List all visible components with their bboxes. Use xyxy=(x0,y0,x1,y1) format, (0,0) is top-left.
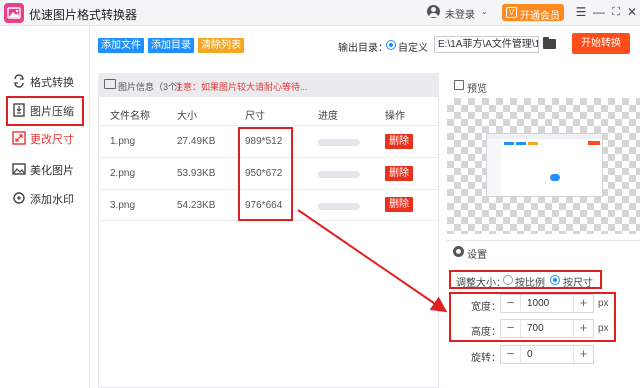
format-convert-icon xyxy=(14,74,24,88)
highlight-box-resize xyxy=(6,96,84,126)
thumb-button xyxy=(528,142,538,145)
progress-bar xyxy=(318,171,360,178)
file-info-header: 图片信息（3个） 注意：如果图片较大请耐心等待... xyxy=(98,73,439,97)
width-value[interactable]: 1000 xyxy=(527,298,549,309)
file-name: 3.png xyxy=(110,200,136,211)
sidebar-item-resize[interactable]: 更改尺寸 xyxy=(8,127,86,149)
notice-text: 注意：如果图片较大请耐心等待... xyxy=(174,82,308,92)
preview-icon xyxy=(454,80,464,90)
column-header-progress: 进度 xyxy=(318,111,338,122)
app-logo-icon xyxy=(4,3,24,23)
thumb-button xyxy=(516,142,526,145)
chevron-down-icon[interactable]: ⌄ xyxy=(481,7,488,16)
thumb-sidebar xyxy=(487,139,501,196)
increment-button[interactable]: + xyxy=(573,320,593,337)
width-stepper[interactable]: − 1000 + xyxy=(500,294,594,313)
sidebar-item-watermark[interactable]: 添加水印 xyxy=(8,187,86,209)
watermark-icon xyxy=(13,192,25,204)
close-icon[interactable]: ✕ xyxy=(625,5,639,19)
column-header-dims: 尺寸 xyxy=(245,111,265,122)
height-label: 高度： xyxy=(471,327,501,338)
resize-icon xyxy=(12,131,26,145)
sidebar-item-label: 美化图片 xyxy=(30,165,74,177)
file-size: 54.23KB xyxy=(177,200,216,211)
width-unit: px xyxy=(598,298,609,309)
divider xyxy=(98,125,439,126)
vip-icon: V xyxy=(506,7,517,18)
width-label: 宽度： xyxy=(471,302,501,313)
sidebar: 格式转换 图片压缩 更改尺寸 美化图片 添加水印 xyxy=(0,27,90,388)
start-convert-button[interactable]: 开始转换 xyxy=(572,33,630,54)
decrement-button[interactable]: − xyxy=(501,320,521,337)
minimize-icon[interactable]: — xyxy=(592,5,606,19)
thumb-button xyxy=(504,142,514,145)
column-header-name: 文件名称 xyxy=(110,111,150,122)
delete-button[interactable]: 删除 xyxy=(385,197,413,212)
maximize-icon[interactable]: ⛶ xyxy=(609,5,623,19)
beautify-icon xyxy=(12,163,26,175)
clear-list-button[interactable]: 清除列表 xyxy=(198,38,244,53)
rotate-label: 旋转： xyxy=(471,353,501,364)
custom-radio[interactable] xyxy=(386,40,396,50)
file-name: 2.png xyxy=(110,168,136,179)
sidebar-item-label: 更改尺寸 xyxy=(30,134,74,146)
column-header-action: 操作 xyxy=(385,111,405,122)
add-file-button[interactable]: 添加文件 xyxy=(98,38,144,53)
option-by-ratio-label: 按比例 xyxy=(515,278,545,289)
height-unit: px xyxy=(598,323,609,334)
output-dir-label: 输出目录： xyxy=(338,43,388,54)
file-name: 1.png xyxy=(110,136,136,147)
increment-button[interactable]: + xyxy=(573,346,593,363)
progress-bar xyxy=(318,139,360,146)
login-status[interactable]: 未登录 xyxy=(445,6,475,21)
custom-label: 自定义 xyxy=(398,43,428,54)
sidebar-item-label: 格式转换 xyxy=(30,77,74,89)
progress-bar xyxy=(318,203,360,210)
output-path-input[interactable]: E:\1A菲方\A文件管理\1 xyxy=(434,36,539,53)
radio-by-ratio[interactable] xyxy=(503,275,513,285)
folder-icon[interactable] xyxy=(543,37,556,49)
sidebar-item-format-convert[interactable]: 格式转换 xyxy=(8,70,86,92)
increment-button[interactable]: + xyxy=(573,295,593,312)
sidebar-item-label: 添加水印 xyxy=(30,194,74,206)
thumb-start-button xyxy=(588,141,600,145)
settings-label: 设置 xyxy=(467,250,487,261)
rotate-stepper[interactable]: − 0 + xyxy=(500,345,594,364)
vip-label: 开通会员 xyxy=(520,11,560,22)
radio-by-size[interactable] xyxy=(550,275,560,285)
menu-icon[interactable]: ☰ xyxy=(574,5,588,19)
thumb-titlebar xyxy=(487,134,602,139)
preview-thumbnail xyxy=(486,133,603,197)
preview-label: 预览 xyxy=(467,84,487,95)
app-title: 优速图片格式转换器 xyxy=(29,8,138,22)
highlight-box-dims xyxy=(238,127,293,221)
delete-button[interactable]: 删除 xyxy=(385,134,413,149)
decrement-button[interactable]: − xyxy=(501,295,521,312)
vip-button[interactable]: V 开通会员 xyxy=(502,4,564,22)
image-icon xyxy=(104,79,116,89)
delete-button[interactable]: 删除 xyxy=(385,166,413,181)
file-size: 27.49KB xyxy=(177,136,216,147)
cloud-icon xyxy=(550,174,560,181)
rotate-value[interactable]: 0 xyxy=(527,349,533,360)
height-value[interactable]: 700 xyxy=(527,323,544,334)
user-icon[interactable] xyxy=(427,5,440,18)
gear-icon xyxy=(453,246,464,257)
column-header-size: 大小 xyxy=(177,111,197,122)
decrement-button[interactable]: − xyxy=(501,346,521,363)
option-by-size-label: 按尺寸 xyxy=(563,278,593,289)
sidebar-item-beautify[interactable]: 美化图片 xyxy=(8,158,86,180)
title-bar: 优速图片格式转换器 未登录 ⌄ V 开通会员 ☰ — ⛶ ✕ xyxy=(0,0,640,26)
adjust-size-label: 调整大小： xyxy=(456,278,506,289)
add-dir-button[interactable]: 添加目录 xyxy=(148,38,194,53)
file-size: 53.93KB xyxy=(177,168,216,179)
height-stepper[interactable]: − 700 + xyxy=(500,319,594,338)
